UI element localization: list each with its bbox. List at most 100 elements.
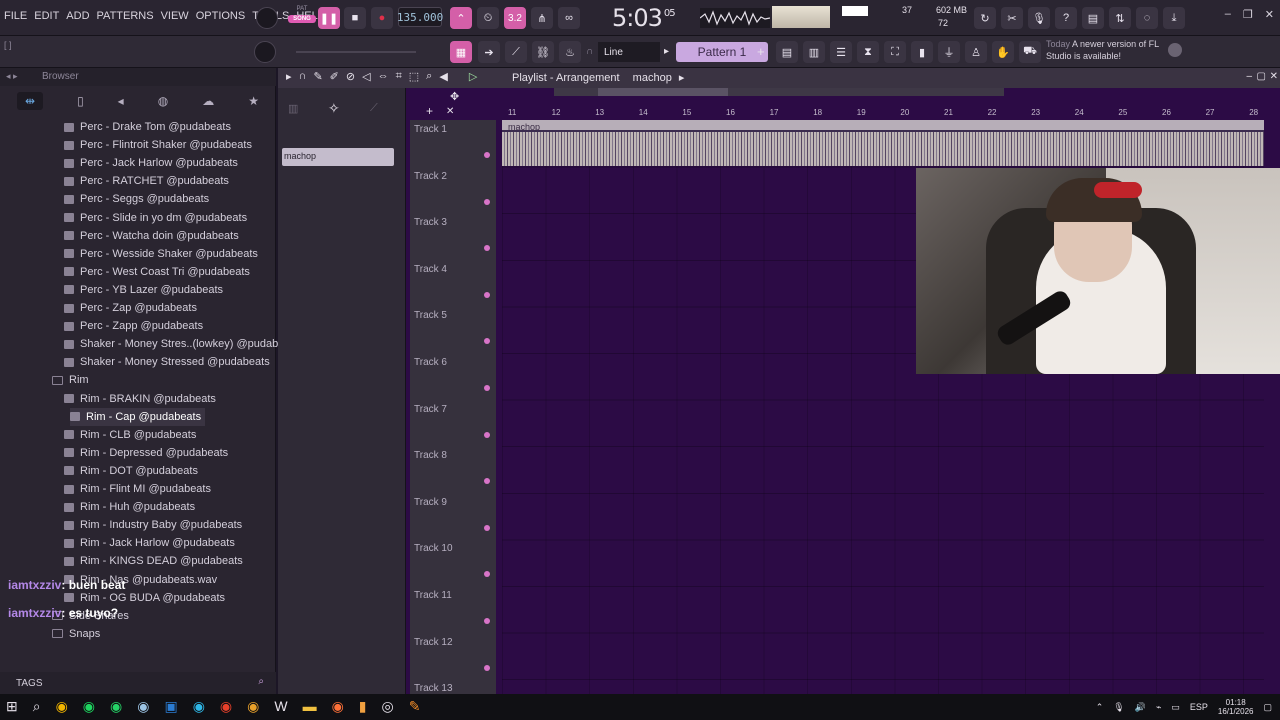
track-mute-dot[interactable] (484, 198, 490, 205)
audio-clip-icon[interactable]: ✧ (328, 100, 340, 117)
playlist-close-icon[interactable]: ✕ (1270, 71, 1278, 82)
document-icon[interactable]: ▮ (911, 41, 933, 63)
magnet-icon[interactable]: ∩ (586, 46, 593, 57)
select-tool-icon[interactable]: ⬚ (409, 70, 419, 83)
acrobat-icon[interactable]: ◉ (220, 698, 232, 715)
battery-icon[interactable]: ▭ (1171, 702, 1180, 713)
playlist-minimize-icon[interactable]: – (1246, 71, 1252, 82)
keyboard-language[interactable]: ESP (1190, 702, 1208, 712)
record-button[interactable]: ● (371, 7, 393, 29)
favorites-tab-icon[interactable]: ★ (248, 94, 259, 108)
tempo-display[interactable]: 135.000 (397, 7, 443, 27)
close-icon[interactable]: ✕ (1265, 8, 1274, 21)
menu-file[interactable]: FILE (4, 10, 27, 22)
browser-file[interactable]: Perc - Zapp @pudabeats (64, 317, 203, 335)
track-mute-dot[interactable] (484, 431, 490, 438)
play-arrow-icon[interactable]: ▸ (286, 70, 292, 83)
track-mute-dot[interactable] (484, 245, 490, 252)
playlist-maximize-icon[interactable]: ▢ (1257, 71, 1266, 82)
browser-file[interactable]: Perc - Drake Tom @pudabeats (64, 118, 231, 136)
scroll-handle-icon[interactable]: ✥ (450, 90, 459, 103)
track-name[interactable]: Track 3 (414, 217, 447, 228)
plugin-db-tab-icon[interactable]: ◍ (158, 94, 168, 108)
network-icon[interactable]: ⌁ (1156, 702, 1161, 713)
fl-studio-icon[interactable]: ✎ (409, 698, 421, 715)
browser-file[interactable]: Rim - Industry Baby @pudabeats (64, 516, 242, 534)
browser-folder[interactable]: Snaps (52, 625, 100, 643)
search-icon[interactable]: ⌕ (33, 698, 41, 715)
tray-mic-icon[interactable]: 🎙 (1113, 702, 1124, 713)
tags-label[interactable]: TAGS (16, 678, 42, 689)
snap-selector[interactable]: Line (598, 42, 660, 62)
app-icon[interactable]: W (274, 698, 287, 715)
pat-song-switch[interactable]: PAT SONG (288, 6, 316, 30)
track-name[interactable]: Track 9 (414, 497, 447, 508)
browser-nav-icon[interactable]: ◂ ▸ (6, 71, 18, 82)
zoom-tool-icon[interactable]: ⌕ (426, 70, 432, 83)
track-name[interactable]: Track 5 (414, 310, 447, 321)
tray-chevron-icon[interactable]: ⌃ (1096, 702, 1104, 713)
slice-tool-icon[interactable]: ⌗ (396, 70, 402, 83)
plugin-icon[interactable]: ⛶ (884, 41, 906, 63)
brush-icon[interactable]: ⟋ (505, 41, 527, 63)
browser-file[interactable]: Perc - Watcha doin @pudabeats (64, 227, 239, 245)
automation-icon[interactable]: ⟋ (370, 102, 378, 115)
minimize-icon[interactable]: – (1225, 8, 1231, 21)
update-icon[interactable] (1168, 43, 1182, 57)
start-icon[interactable]: ⊞ (6, 698, 18, 715)
channel-rack-icon[interactable]: ☰ (830, 41, 852, 63)
browser-file[interactable]: Perc - Flintroit Shaker @pudabeats (64, 136, 252, 154)
track-name[interactable]: Track 2 (414, 171, 447, 182)
metronome-icon[interactable]: ⌃ (450, 7, 472, 29)
browser-file[interactable]: Rim - DOT @pudabeats (64, 462, 198, 480)
stamp-icon[interactable]: ♨ (559, 41, 581, 63)
plug-icon[interactable]: ⏚ (938, 41, 960, 63)
browser-file[interactable]: Perc - Slide in yo dm @pudabeats (64, 209, 247, 227)
pattern-arrow-icon[interactable]: ▸ (664, 46, 669, 57)
track-mute-dot[interactable] (484, 291, 490, 298)
blend-notes-icon[interactable]: ⋔ (531, 7, 553, 29)
all-files-tab-icon[interactable]: ⇹ (17, 92, 44, 110)
track-mute-dot[interactable] (484, 152, 490, 158)
add-pattern-icon[interactable]: + (757, 44, 765, 59)
edge-icon[interactable]: ◉ (193, 698, 205, 715)
track-close-icon[interactable]: ✕ (446, 106, 454, 117)
track-name[interactable]: Track 6 (414, 357, 447, 368)
update-notice[interactable]: Today A newer version of FL Studio is av… (1046, 38, 1186, 66)
playlist-icon[interactable]: ▦ (450, 41, 472, 63)
obs-icon[interactable]: ◎ (382, 698, 394, 715)
spotify-icon[interactable]: ◉ (83, 698, 95, 715)
paint-tool-icon[interactable]: ✐ (330, 70, 339, 83)
browser-icon[interactable]: ◉ (247, 698, 259, 715)
mixer-icon[interactable]: ✂ (1001, 7, 1023, 29)
loop-record-icon[interactable]: ∞ (558, 7, 580, 29)
microphone-icon[interactable]: 🎙 (1028, 7, 1050, 29)
timeline-ruler[interactable]: 11 12 13 14 15 16 17 18 19 20 21 22 23 24 25 26 27 28 (502, 108, 1264, 120)
track-mute-dot[interactable] (484, 338, 490, 345)
volume-icon[interactable]: 🔊 (1135, 702, 1146, 713)
arrow-icon[interactable]: ➔ (478, 41, 500, 63)
snap-magnet-icon[interactable]: ∩ (299, 70, 307, 83)
save-icon[interactable]: ▤ (1082, 7, 1104, 29)
master-pitch-slider[interactable] (296, 51, 416, 53)
playlist-window-icon[interactable]: ▤ (776, 41, 798, 63)
browser-file[interactable]: Rim - CLB @pudabeats (64, 426, 196, 444)
track-name[interactable]: Track 10 (414, 543, 453, 554)
cart-icon[interactable]: ⛟ (1019, 41, 1041, 63)
folder-icon[interactable]: ▬ (303, 698, 317, 715)
browser-file[interactable]: Perc - YB Lazer @pudabeats (64, 281, 223, 299)
system-clock[interactable]: 01:18 16/1/2026 (1218, 698, 1254, 716)
browser-file[interactable]: Rim - Flint MI @pudabeats (64, 480, 211, 498)
menu-edit[interactable]: EDIT (34, 10, 59, 22)
plugins-tab-icon[interactable]: ◂ (118, 94, 124, 108)
hand-icon[interactable]: ✋ (992, 41, 1014, 63)
track-mute-dot[interactable] (484, 618, 490, 624)
wait-input-icon[interactable]: ⏲ (477, 7, 499, 29)
mute-tool-icon[interactable]: ◁ (362, 70, 370, 83)
track-mute-dot[interactable] (484, 571, 490, 578)
playlist-play-icon[interactable]: ▷ (469, 70, 477, 83)
draw-tool-icon[interactable]: ✎ (313, 70, 322, 83)
picker-item[interactable]: machop (282, 148, 394, 166)
help-icon[interactable]: ? (1055, 7, 1077, 29)
track-name[interactable]: Track 8 (414, 450, 447, 461)
